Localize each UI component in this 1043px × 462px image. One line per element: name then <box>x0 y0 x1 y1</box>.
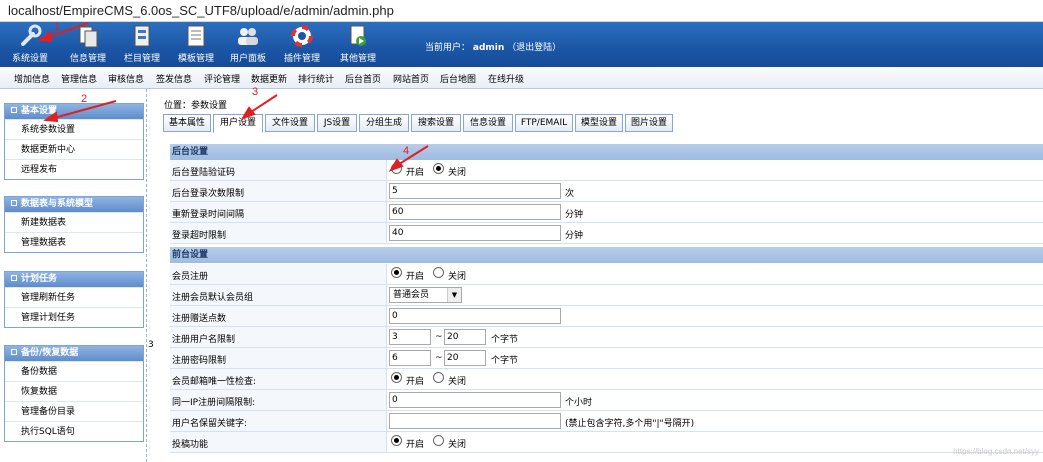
annotation-label-4: 4 <box>403 145 410 157</box>
annotation-arrowhead-2 <box>43 111 59 123</box>
annotation-label-1: 1 <box>54 21 61 33</box>
annotation-label-2: 2 <box>81 93 88 105</box>
annotation-arrowhead-1 <box>37 31 53 43</box>
annotation-arrow-1 <box>45 22 89 39</box>
annotation-label-3: 3 <box>252 86 259 98</box>
annotation-arrowhead-3 <box>240 106 256 120</box>
watermark: https://blog.csdn.net/syy <box>953 447 1039 456</box>
annotation-arrows <box>37 22 429 172</box>
annotation-arrowhead-4 <box>388 158 404 172</box>
